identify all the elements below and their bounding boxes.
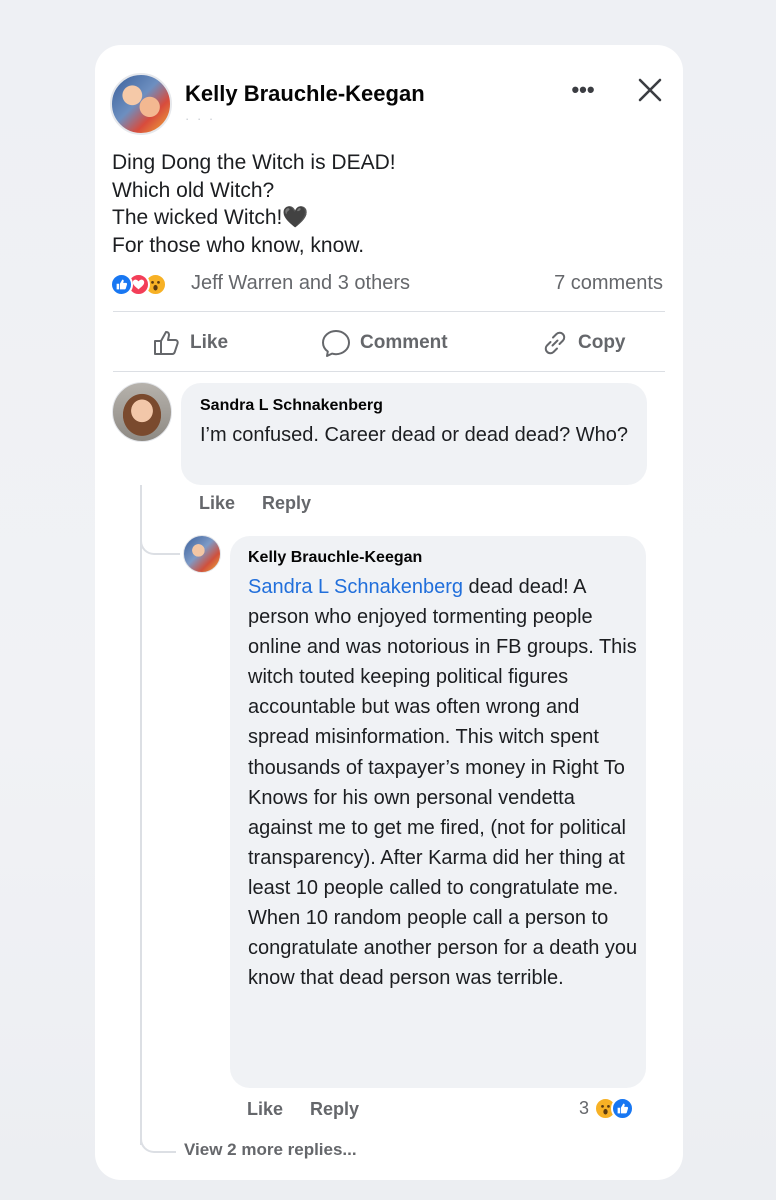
post-timestamp: · · · (185, 111, 216, 126)
reaction-icons[interactable] (110, 272, 167, 296)
post-line: Ding Dong the Witch is DEAD! (112, 151, 396, 174)
comment-button[interactable]: Comment (320, 328, 448, 358)
copy-button[interactable]: Copy (540, 328, 626, 358)
comment-count[interactable]: 7 comments (554, 272, 663, 295)
comment-label: Comment (360, 332, 448, 353)
copy-label: Copy (578, 332, 626, 353)
reply-actions: Like Reply (247, 1099, 381, 1120)
thumbs-up-icon (154, 331, 179, 355)
divider (113, 311, 665, 312)
close-icon (638, 78, 662, 102)
reply-text: Sandra L Schnakenberg dead dead! A perso… (248, 572, 643, 993)
comment-text: I’m confused. Career dead or dead dead? … (200, 424, 629, 446)
view-more-replies-link[interactable]: View 2 more replies... (184, 1140, 357, 1160)
reply-author-name[interactable]: Kelly Brauchle-Keegan (248, 549, 422, 567)
more-icon: ••• (571, 77, 595, 102)
more-options-button[interactable]: ••• (569, 75, 597, 105)
reply-reactions[interactable]: 3 (579, 1095, 635, 1121)
like-label: Like (190, 332, 229, 353)
mention-link[interactable]: Sandra L Schnakenberg (248, 576, 463, 598)
thread-connector (140, 1125, 176, 1153)
commenter-name[interactable]: Sandra L Schnakenberg (200, 397, 383, 415)
commenter-avatar[interactable] (112, 382, 172, 442)
reply-body: dead dead! A person who enjoyed tormenti… (248, 576, 638, 990)
like-reaction-icon (110, 272, 133, 296)
close-button[interactable] (635, 75, 665, 105)
post-body: Ding Dong the Witch is DEAD! Which old W… (112, 149, 672, 259)
reply-like-button[interactable]: Like (247, 1099, 283, 1119)
thread-connector (140, 525, 180, 555)
comment-bubble-icon (322, 330, 350, 357)
link-icon (544, 331, 566, 355)
divider (113, 371, 665, 372)
comment-reply-button[interactable]: Reply (262, 493, 311, 513)
thread-line (140, 485, 142, 1145)
comment-like-button[interactable]: Like (199, 493, 235, 513)
post-card: Kelly Brauchle-Keegan · · · ••• Ding Don… (95, 45, 683, 1180)
comment-bubble: Sandra L Schnakenberg I’m confused. Care… (181, 383, 647, 485)
like-button[interactable]: Like (152, 328, 228, 358)
reply-reaction-count: 3 (579, 1097, 590, 1118)
post-line: For those who know, know. (112, 233, 365, 257)
author-avatar[interactable] (110, 73, 172, 135)
reply-bubble: Kelly Brauchle-Keegan Sandra L Schnakenb… (230, 536, 646, 1088)
comment-actions: Like Reply (199, 493, 333, 514)
reactors-summary[interactable]: Jeff Warren and 3 others (191, 272, 410, 295)
post-line: The wicked Witch!🖤 (112, 206, 309, 229)
post-line: Which old Witch? (112, 178, 275, 202)
post-author-name[interactable]: Kelly Brauchle-Keegan (185, 81, 425, 107)
like-reaction-icon (611, 1096, 635, 1120)
reply-author-avatar[interactable] (183, 535, 221, 573)
reply-reply-button[interactable]: Reply (310, 1099, 359, 1119)
